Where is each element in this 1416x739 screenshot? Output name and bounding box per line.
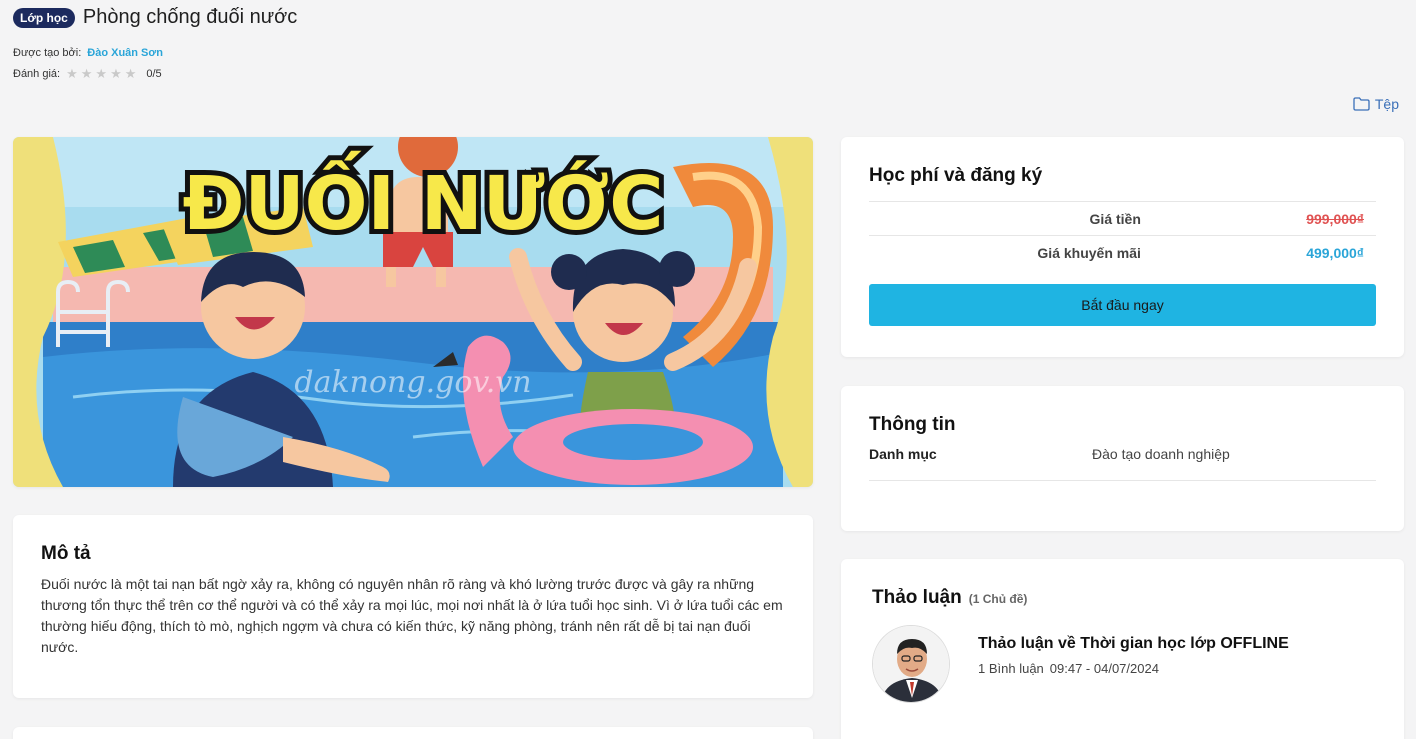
trainer-link[interactable]: Đào Xuân Sơn [87, 47, 163, 59]
thread-timestamp: 09:47 - 04/07/2024 [1049, 661, 1159, 676]
category-row: Danh mục Đào tạo doanh nghiệp [869, 446, 1376, 481]
folder-icon [1353, 97, 1370, 111]
star-icon[interactable]: ★ [66, 67, 78, 80]
files-link[interactable]: Tệp [1353, 96, 1399, 112]
promo-price-row: Giá khuyến mãi 499,000₫ [869, 235, 1376, 270]
discussion-card: Thảo luận (1 Chủ đề) Thảo luận về Thời g… [841, 559, 1404, 739]
next-section-card [13, 727, 813, 739]
info-card: Thông tin Danh mục Đào tạo doanh nghiệp [841, 386, 1404, 531]
description-text: Đuối nước là một tai nạn bất ngờ xảy ra,… [41, 576, 783, 655]
hero-illustration: ĐUỐI NƯỚC daknong.gov.vn [13, 137, 813, 487]
trainer-row: Được tạo bởi: Đào Xuân Sơn [13, 47, 1403, 59]
files-label: Tệp [1374, 96, 1399, 112]
star-icon[interactable]: ★ [125, 67, 137, 80]
course-hero-image: ĐUỐI NƯỚC daknong.gov.vn [13, 137, 813, 487]
hero-watermark: daknong.gov.vn [294, 365, 531, 400]
fee-heading: Học phí và đăng ký [869, 165, 1043, 186]
title-row: Lớp học Phòng chống đuối nước [13, 6, 1403, 29]
thread-body: Thảo luận về Thời gian học lớp OFFLINE 1… [978, 625, 1289, 703]
discussion-heading: Thảo luận [872, 587, 962, 608]
start-now-button[interactable]: Bắt đầu ngay [869, 283, 1376, 326]
star-icon[interactable]: ★ [110, 67, 122, 80]
avatar [872, 625, 950, 703]
course-header: Lớp học Phòng chống đuối nước Được tạo b… [13, 6, 1403, 80]
rating-stars[interactable]: ★ ★ ★ ★ ★ [66, 67, 136, 80]
class-badge: Lớp học [13, 7, 75, 28]
info-heading: Thông tin [869, 414, 956, 435]
fee-card: Học phí và đăng ký Giá tiền 999,000₫ Giá… [841, 137, 1404, 357]
star-icon[interactable]: ★ [95, 67, 107, 80]
description-heading: Mô tả [41, 543, 91, 564]
rating-row: Đánh giá: ★ ★ ★ ★ ★ 0/5 [13, 67, 1403, 80]
price-value: 999,000₫ [1306, 210, 1364, 227]
discussion-count: (1 Chủ đề) [968, 592, 1028, 606]
category-value: Đào tạo doanh nghiệp [1092, 446, 1230, 462]
category-label: Danh mục [869, 446, 937, 462]
discussion-thread[interactable]: Thảo luận về Thời gian học lớp OFFLINE 1… [872, 625, 1373, 703]
rating-label: Đánh giá: [13, 67, 61, 80]
thread-comment-count: 1 Bình luận [978, 661, 1044, 676]
page-title: Phòng chống đuối nước [82, 6, 298, 28]
promo-price-value: 499,000₫ [1306, 244, 1364, 261]
price-label: Giá tiền [1089, 210, 1141, 227]
price-row: Giá tiền 999,000₫ [869, 201, 1376, 236]
thread-meta: 1 Bình luận 09:47 - 04/07/2024 [978, 661, 1289, 676]
trainer-label: Được tạo bởi: [13, 47, 82, 59]
discussion-header: Thảo luận (1 Chủ đề) [872, 587, 1373, 609]
rating-value: 0/5 [146, 67, 162, 80]
price-table: Giá tiền 999,000₫ Giá khuyến mãi 499,000… [869, 201, 1376, 270]
thread-title[interactable]: Thảo luận về Thời gian học lớp OFFLINE [978, 635, 1289, 653]
promo-price-label: Giá khuyến mãi [1037, 244, 1141, 261]
star-icon[interactable]: ★ [81, 67, 93, 80]
hero-title-art: ĐUỐI NƯỚC [183, 150, 664, 247]
description-card: Mô tả Đuối nước là một tai nạn bất ngờ x… [13, 515, 813, 698]
